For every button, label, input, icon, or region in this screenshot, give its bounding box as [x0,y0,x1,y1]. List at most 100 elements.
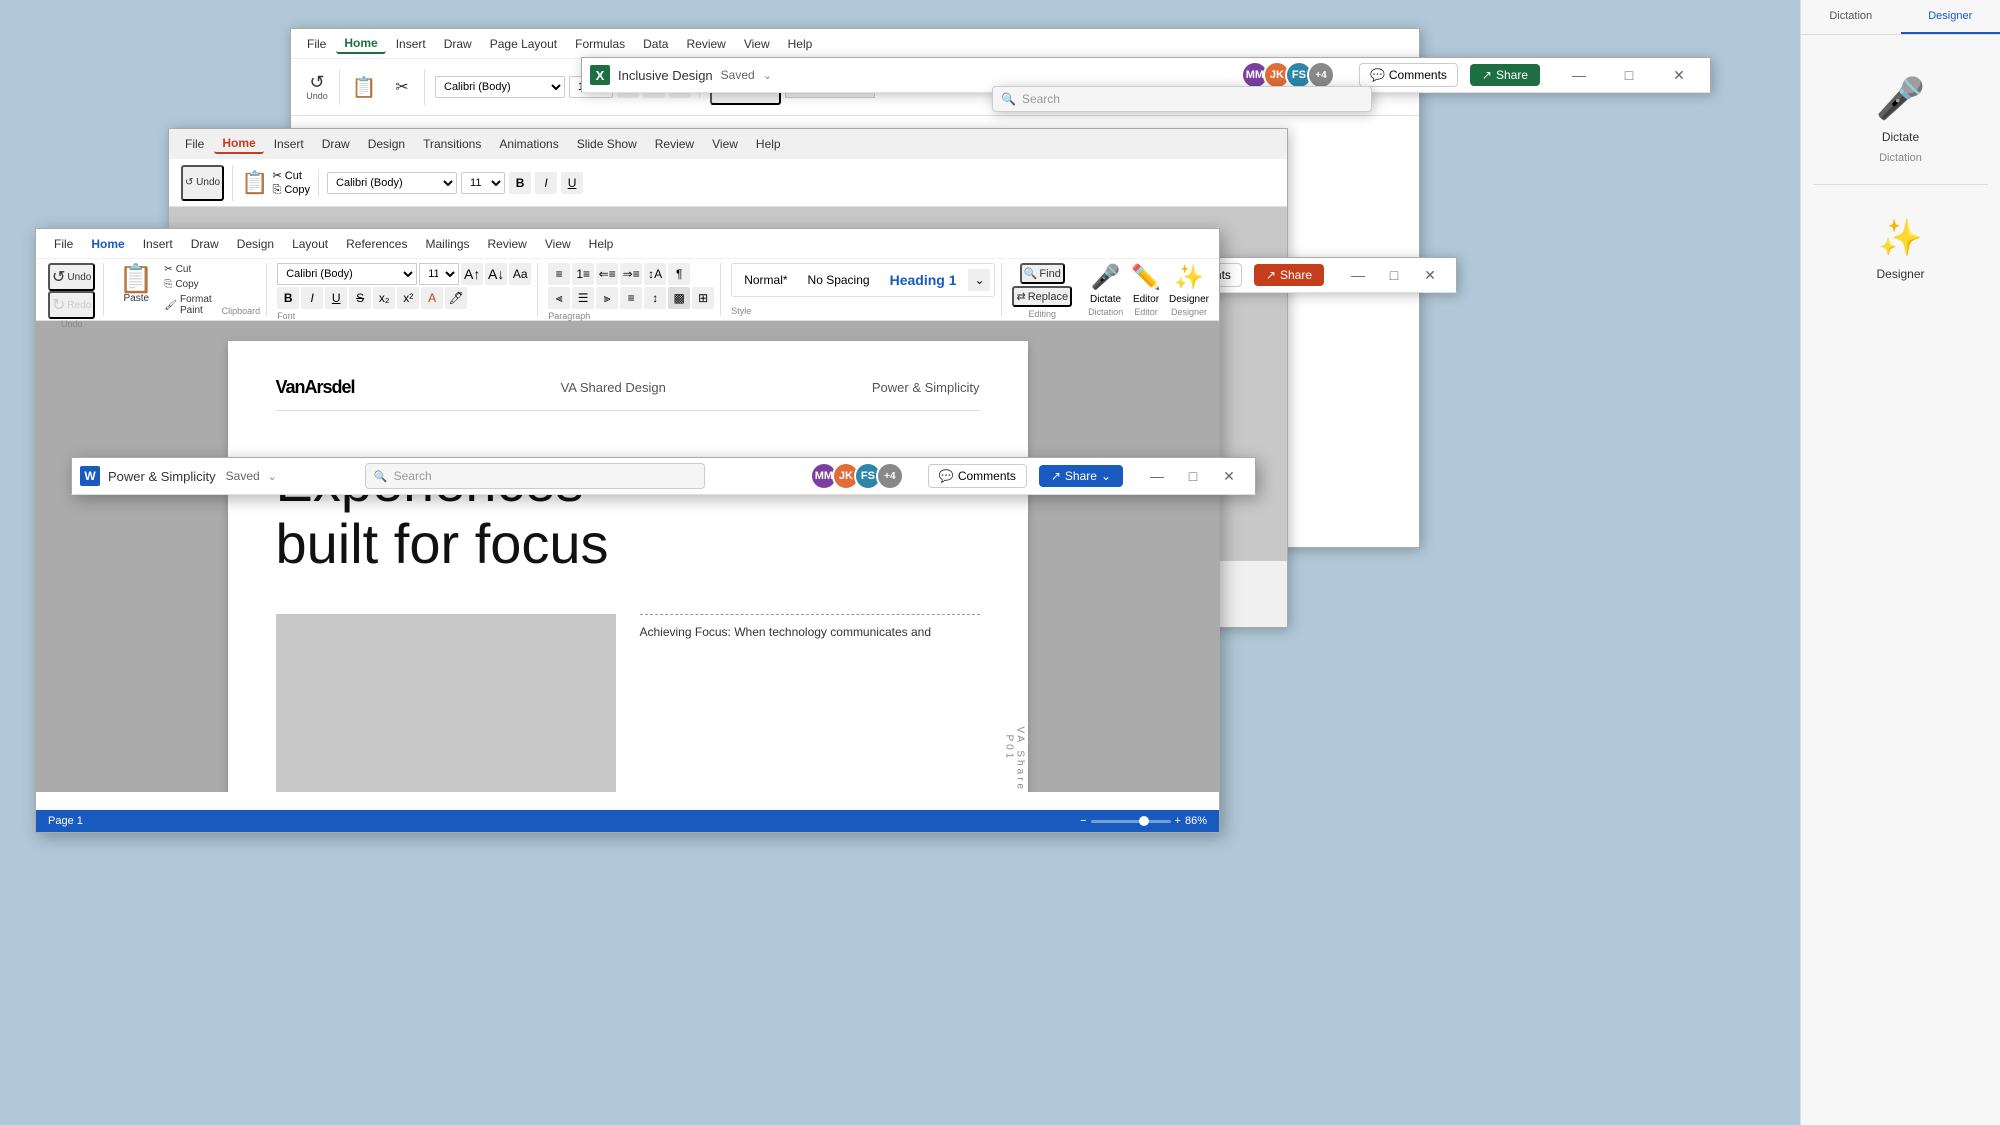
word-menu-references[interactable]: References [338,235,415,253]
word-undo-button[interactable]: ↺ Undo [48,263,95,291]
word-menu-home[interactable]: Home [83,235,132,253]
word-superscript-btn[interactable]: x² [397,287,419,309]
ppt-menu-view[interactable]: View [704,135,746,153]
word-sort-btn[interactable]: ↕A [644,263,666,285]
excel-menu-data[interactable]: Data [635,35,676,53]
excel-menu-file[interactable]: File [299,35,334,53]
word-close-button[interactable]: ✕ [1211,462,1247,490]
word-font-select[interactable]: Calibri (Body) [277,263,417,285]
word-menu-file[interactable]: File [46,235,81,253]
word-font-color-btn[interactable]: A [421,287,443,309]
word-highlight-btn[interactable]: 🖊 [445,287,467,309]
word-strikethrough-btn[interactable]: S [349,287,371,309]
ppt-maximize-button[interactable]: □ [1376,261,1412,289]
word-pilcrow-btn[interactable]: ¶ [668,263,690,285]
excel-menu-pagelayout[interactable]: Page Layout [482,35,565,53]
excel-comments-button[interactable]: 💬 Comments [1359,63,1458,87]
excel-menu-draw[interactable]: Draw [436,35,480,53]
excel-paste-button[interactable]: 📋 [346,69,382,105]
word-comments-button[interactable]: 💬 Comments [928,464,1027,488]
ppt-menu-draw[interactable]: Draw [314,135,358,153]
right-panel-designer-icon[interactable]: ✨ [1878,217,1923,259]
ppt-font-select[interactable]: Calibri (Body) [327,172,457,194]
ppt-menu-home[interactable]: Home [214,134,263,154]
excel-undo-button[interactable]: ↺ Undo [299,69,335,105]
word-clear-format-btn[interactable]: Aa [509,263,531,285]
word-style-no-spacing[interactable]: No Spacing [800,269,878,291]
right-panel-microphone-icon[interactable]: 🎤 [1876,75,1926,122]
ppt-undo-button[interactable]: ↺ Undo [181,165,224,201]
excel-cut-button[interactable]: ✂ [384,69,420,105]
zoom-minus-btn[interactable]: − [1080,815,1086,827]
word-maximize-button[interactable]: □ [1175,462,1211,490]
word-format-paint-button[interactable]: 🖌 Format Paint [162,293,217,317]
word-style-normal[interactable]: Normal* [736,269,795,291]
ppt-menu-design[interactable]: Design [360,135,413,153]
word-menu-insert[interactable]: Insert [135,235,181,253]
word-justify-btn[interactable]: ≡ [620,287,642,309]
zoom-slider[interactable] [1091,820,1171,823]
ppt-bold-btn[interactable]: B [509,172,531,194]
word-grow-font-btn[interactable]: A↑ [461,263,483,285]
word-share-button[interactable]: ↗ Share ⌄ [1039,465,1123,487]
ppt-menu-file[interactable]: File [177,135,212,153]
word-editor-button[interactable]: ✏️ Editor Editor [1131,263,1161,316]
excel-share-button[interactable]: ↗ Share [1470,64,1540,86]
ppt-menu-review[interactable]: Review [647,135,702,153]
word-menu-design[interactable]: Design [229,235,282,253]
excel-maximize-button[interactable]: □ [1606,61,1652,89]
word-bold-btn[interactable]: B [277,287,299,309]
word-menu-layout[interactable]: Layout [284,235,336,253]
ppt-share-button[interactable]: ↗ Share [1254,264,1324,286]
ppt-menu-help[interactable]: Help [748,135,789,153]
word-copy-button[interactable]: ⎘ Copy [162,278,217,291]
word-designer-button[interactable]: ✨ Designer Designer [1169,263,1209,316]
excel-font-select[interactable]: Calibri (Body) [435,76,565,98]
ppt-close-button[interactable]: ✕ [1412,261,1448,289]
word-align-right-btn[interactable]: ⫸ [596,287,618,309]
excel-menu-view[interactable]: View [736,35,778,53]
right-panel-tab-dictation[interactable]: Dictation [1801,0,1901,34]
word-cut-button[interactable]: ✂ Cut [162,263,217,276]
word-dictate-button[interactable]: 🎤 Dictate Dictation [1088,263,1123,316]
word-find-button[interactable]: 🔍 Find [1020,263,1065,284]
ppt-menu-animations[interactable]: Animations [491,135,566,153]
excel-menu-insert[interactable]: Insert [388,35,434,53]
word-indent-inc-btn[interactable]: ⇒≡ [620,263,642,285]
ppt-menu-insert[interactable]: Insert [266,135,312,153]
word-font-size[interactable]: 11 [419,263,459,285]
word-line-spacing-btn[interactable]: ↕ [644,287,666,309]
word-paste-button[interactable]: 📋 Paste [114,263,158,306]
word-menu-mailings[interactable]: Mailings [417,235,477,253]
ppt-font-size[interactable]: 11 [461,172,505,194]
excel-menu-review[interactable]: Review [678,35,733,53]
right-panel-tab-designer[interactable]: Designer [1901,0,2000,34]
excel-saved-chevron[interactable]: ⌄ [763,69,772,82]
word-scroll-area[interactable]: VanArsdel VA Shared Design Power & Simpl… [36,321,1219,792]
word-menu-view[interactable]: View [537,235,579,253]
word-style-heading1[interactable]: Heading 1 [882,268,965,292]
word-underline-btn[interactable]: U [325,287,347,309]
word-saved-chevron[interactable]: ⌄ [268,470,277,483]
excel-close-button[interactable]: ✕ [1656,61,1702,89]
ppt-paste-btn[interactable]: 📋 [241,170,268,196]
word-redo-button[interactable]: ↻ Redo [48,291,95,319]
word-menu-draw[interactable]: Draw [183,235,227,253]
excel-menu-home[interactable]: Home [336,34,385,54]
word-replace-button[interactable]: ⇄ Replace [1012,286,1072,307]
ppt-menu-slideshow[interactable]: Slide Show [569,135,645,153]
ppt-cut-btn[interactable]: ✂ Cut [272,169,310,182]
zoom-plus-btn[interactable]: + [1175,815,1181,827]
ppt-italic-btn[interactable]: I [535,172,557,194]
word-indent-dec-btn[interactable]: ⇐≡ [596,263,618,285]
excel-menu-help[interactable]: Help [780,35,821,53]
word-styles-more-btn[interactable]: ⌄ [968,269,990,291]
word-menu-review[interactable]: Review [480,235,535,253]
ppt-copy-btn[interactable]: ⎘ Copy [272,184,310,197]
word-search-box[interactable]: 🔍 Search [365,463,705,489]
word-shrink-font-btn[interactable]: A↓ [485,263,507,285]
word-align-center-btn[interactable]: ☰ [572,287,594,309]
word-align-left-btn[interactable]: ⫷ [548,287,570,309]
word-shading-btn[interactable]: ▩ [668,287,690,309]
word-italic-btn[interactable]: I [301,287,323,309]
